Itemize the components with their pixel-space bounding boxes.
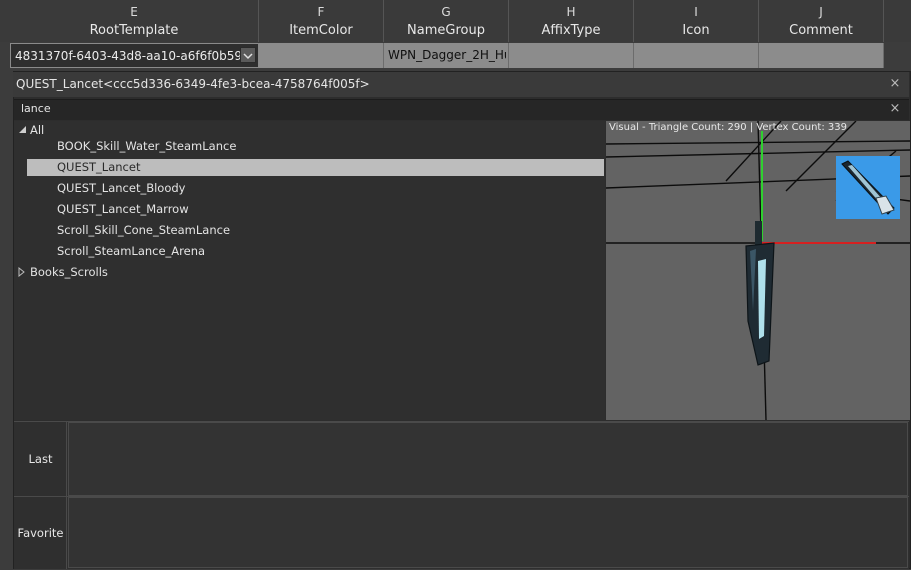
column-header-affix-type[interactable]: H AffixType xyxy=(509,0,634,42)
item-icon-thumbnail xyxy=(836,156,900,219)
root-template-value: 4831370f-6403-43d8-aa10-a6f6f0b593f8 xyxy=(15,49,240,63)
column-letter: F xyxy=(317,5,325,19)
comment-cell[interactable] xyxy=(759,43,884,68)
column-letter: J xyxy=(819,5,823,19)
tree-collapse-icon[interactable] xyxy=(18,266,27,280)
column-letter: E xyxy=(130,5,138,19)
affix-type-cell[interactable] xyxy=(509,43,634,68)
name-group-value: WPN_Dagger_2H_Hun xyxy=(388,48,506,62)
column-title: AffixType xyxy=(541,23,601,38)
icon-cell[interactable] xyxy=(634,43,759,68)
column-header-root-template[interactable]: E RootTemplate xyxy=(10,0,259,42)
tree-expand-icon[interactable] xyxy=(18,125,27,137)
column-header-icon[interactable]: I Icon xyxy=(634,0,759,42)
column-header-item-color[interactable]: F ItemColor xyxy=(259,0,384,42)
popup-title: QUEST_Lancet<ccc5d336-6349-4fe3-bcea-475… xyxy=(16,77,370,91)
tree-item[interactable]: Scroll_SteamLance_Arena xyxy=(57,241,205,262)
popup-close-button[interactable]: × xyxy=(886,73,904,95)
dagger-icon xyxy=(841,160,895,215)
root-template-dropdown-button[interactable] xyxy=(240,47,256,63)
search-clear-button[interactable]: × xyxy=(886,98,904,120)
column-letter: G xyxy=(441,5,451,19)
preview-stats: Visual - Triangle Count: 290 | Vertex Co… xyxy=(609,122,847,133)
tree-item[interactable]: QUEST_Lancet_Marrow xyxy=(57,199,189,220)
column-title: ItemColor xyxy=(289,23,353,38)
last-used-label: Last used xyxy=(15,422,67,540)
column-header-comment[interactable]: J Comment xyxy=(759,0,884,42)
tree-item[interactable]: BOOK_Skill_Water_SteamLance xyxy=(57,136,236,157)
column-title: Icon xyxy=(682,23,710,38)
tree-folder-books-scrolls[interactable]: Books_Scrolls xyxy=(30,262,108,283)
tree-item[interactable]: Scroll_Skill_Cone_SteamLance xyxy=(57,220,230,241)
search-input[interactable]: lance xyxy=(21,99,51,119)
search-bar xyxy=(14,99,909,120)
column-header-name-group[interactable]: G NameGroup xyxy=(384,0,509,42)
tree-root-all[interactable]: All xyxy=(30,120,44,141)
favorite-list[interactable] xyxy=(68,497,908,568)
column-title: Comment xyxy=(789,23,853,38)
column-title: RootTemplate xyxy=(89,23,179,38)
last-used-list[interactable] xyxy=(68,422,908,496)
tree-item-selected[interactable]: QUEST_Lancet xyxy=(57,157,140,178)
tree-item[interactable]: QUEST_Lancet_Bloody xyxy=(57,178,185,199)
root-template-cell[interactable]: 4831370f-6403-43d8-aa10-a6f6f0b593f8 xyxy=(10,43,259,68)
favorite-label: Favorite xyxy=(15,497,67,569)
chevron-down-icon xyxy=(243,53,253,60)
column-letter: H xyxy=(566,5,576,19)
name-group-cell[interactable]: WPN_Dagger_2H_Hun xyxy=(384,43,509,68)
column-letter: I xyxy=(694,5,698,19)
item-color-cell[interactable] xyxy=(259,43,384,68)
column-title: NameGroup xyxy=(407,23,485,38)
